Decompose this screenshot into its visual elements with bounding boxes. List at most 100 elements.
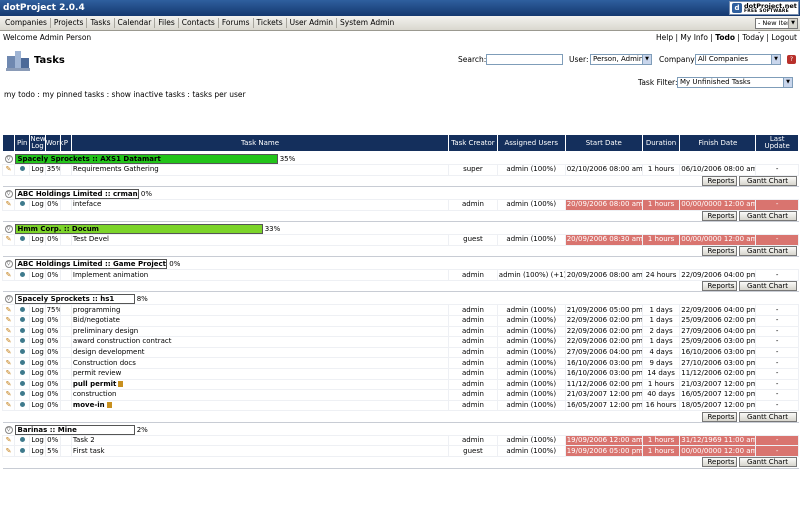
menu-item-contacts[interactable]: Contacts	[179, 18, 219, 28]
help-icon[interactable]: ?	[787, 55, 796, 64]
pin-cell[interactable]	[14, 304, 31, 316]
collapse-icon[interactable]: ▽	[4, 295, 13, 304]
gantt-chart-button[interactable]: Gantt Chart	[738, 411, 797, 422]
edit-icon[interactable]: ✎	[1, 269, 16, 281]
new-log-link[interactable]: Log	[29, 445, 46, 457]
pin-cell[interactable]	[14, 357, 31, 369]
gantt-chart-button[interactable]: Gantt Chart	[738, 246, 797, 256]
new-log-link[interactable]: Log	[29, 378, 46, 391]
collapse-icon[interactable]: ▽	[4, 190, 13, 199]
menu-item-files[interactable]: Files	[155, 18, 179, 28]
search-input[interactable]	[486, 54, 563, 65]
gantt-chart-button[interactable]: Gantt Chart	[738, 210, 797, 221]
edit-icon[interactable]: ✎	[1, 234, 16, 246]
project-progress-bar[interactable]: Spacely Sprockets :: AXS1 Datamart	[14, 154, 278, 164]
col-work[interactable]: Work	[44, 134, 63, 152]
pin-icon[interactable]	[19, 317, 25, 323]
gantt-chart-button[interactable]: Gantt Chart	[738, 281, 797, 291]
link-help[interactable]: Help	[656, 33, 673, 42]
pin-cell[interactable]	[14, 164, 31, 176]
pin-cell[interactable]	[14, 399, 31, 412]
pin-cell[interactable]	[14, 445, 31, 457]
collapse-icon[interactable]: ▽	[4, 425, 13, 434]
new-log-link[interactable]: Log	[29, 357, 46, 369]
project-progress-bar[interactable]: ABC Holdings Limited :: Game Project	[14, 259, 168, 270]
task-name[interactable]: pull permit	[70, 378, 450, 391]
reports-button[interactable]: Reports	[701, 175, 737, 186]
new-log-link[interactable]: Log	[29, 199, 46, 211]
reports-button[interactable]: Reports	[701, 246, 737, 256]
gantt-chart-button[interactable]: Gantt Chart	[738, 175, 797, 186]
pin-cell[interactable]	[14, 346, 31, 359]
pin-icon[interactable]	[19, 359, 25, 365]
new-log-link[interactable]: Log	[29, 367, 46, 380]
pin-cell[interactable]	[14, 314, 31, 327]
pin-cell[interactable]	[14, 389, 31, 401]
edit-icon[interactable]: ✎	[1, 336, 16, 348]
task-name[interactable]: inteface	[70, 199, 450, 211]
menu-item-system-admin[interactable]: System Admin	[337, 18, 397, 28]
reports-button[interactable]: Reports	[701, 457, 737, 468]
task-name[interactable]: Test Devel	[70, 234, 450, 246]
company-select[interactable]: All Companies ▼	[695, 54, 781, 65]
pin-icon[interactable]	[19, 306, 25, 312]
task-name[interactable]: Implement animation	[70, 269, 450, 281]
task-name[interactable]: First task	[70, 445, 450, 457]
new-item-select[interactable]: - New Item - ▼	[755, 18, 798, 36]
new-log-link[interactable]: Log	[29, 164, 46, 176]
reports-button[interactable]: Reports	[701, 281, 737, 291]
edit-icon[interactable]: ✎	[1, 314, 16, 327]
pin-cell[interactable]	[14, 325, 31, 338]
edit-icon[interactable]: ✎	[1, 389, 16, 401]
menu-item-tasks[interactable]: Tasks	[87, 18, 115, 28]
edit-icon[interactable]: ✎	[1, 164, 16, 176]
pin-icon[interactable]	[19, 447, 25, 453]
edit-icon[interactable]: ✎	[1, 378, 16, 391]
new-log-link[interactable]: Log	[29, 434, 46, 447]
task-name[interactable]: preliminary design	[70, 325, 450, 338]
col-pin[interactable]: Pin	[14, 134, 31, 152]
pin-cell[interactable]	[14, 367, 31, 380]
pin-icon[interactable]	[19, 327, 25, 333]
edit-icon[interactable]: ✎	[1, 367, 16, 380]
menu-item-companies[interactable]: Companies	[2, 18, 51, 28]
col-finish-date[interactable]: Finish Date	[679, 134, 757, 152]
pin-icon[interactable]	[19, 201, 25, 207]
task-name[interactable]: programming	[70, 304, 450, 316]
col-last-update[interactable]: Last Update	[755, 134, 799, 152]
collapse-icon[interactable]: ▽	[4, 225, 13, 234]
pin-cell[interactable]	[14, 269, 31, 281]
project-progress-bar[interactable]: Hmm Corp. :: Docum	[14, 224, 263, 235]
edit-icon[interactable]: ✎	[1, 399, 16, 412]
edit-icon[interactable]: ✎	[1, 357, 16, 369]
col-new-log[interactable]: New Log	[29, 134, 46, 152]
pin-icon[interactable]	[19, 338, 25, 344]
pin-cell[interactable]	[14, 378, 31, 391]
collapse-icon[interactable]: ▽	[4, 260, 13, 269]
task-name[interactable]: permit review	[70, 367, 450, 380]
project-progress-bar[interactable]: Spacely Sprockets :: hs1	[14, 294, 135, 305]
pin-cell[interactable]	[14, 234, 31, 246]
pin-icon[interactable]	[19, 402, 25, 408]
edit-icon[interactable]: ✎	[1, 325, 16, 338]
task-name[interactable]: move-in	[70, 399, 450, 412]
reports-button[interactable]: Reports	[701, 411, 737, 422]
menu-item-projects[interactable]: Projects	[51, 18, 88, 28]
menu-item-user-admin[interactable]: User Admin	[287, 18, 338, 28]
project-progress-bar[interactable]: Barinas :: Mine	[14, 424, 135, 435]
project-progress-bar[interactable]: ABC Holdings Limited :: crman	[14, 189, 139, 200]
pin-cell[interactable]	[14, 434, 31, 447]
collapse-icon[interactable]: ▽	[4, 155, 13, 163]
new-log-link[interactable]: Log	[29, 346, 46, 359]
pin-cell[interactable]	[14, 336, 31, 348]
link-my-pinned-tasks[interactable]: my pinned tasks	[42, 90, 104, 99]
link-today[interactable]: Today	[742, 33, 764, 42]
link-my-info[interactable]: My Info	[680, 33, 708, 42]
col-duration[interactable]: Duration	[641, 134, 681, 152]
task-name[interactable]: construction	[70, 389, 450, 401]
user-select[interactable]: Person, Admin ▼	[590, 54, 652, 65]
edit-icon[interactable]: ✎	[1, 304, 16, 316]
pin-icon[interactable]	[19, 391, 25, 397]
new-log-link[interactable]: Log	[29, 325, 46, 338]
new-log-link[interactable]: Log	[29, 314, 46, 327]
